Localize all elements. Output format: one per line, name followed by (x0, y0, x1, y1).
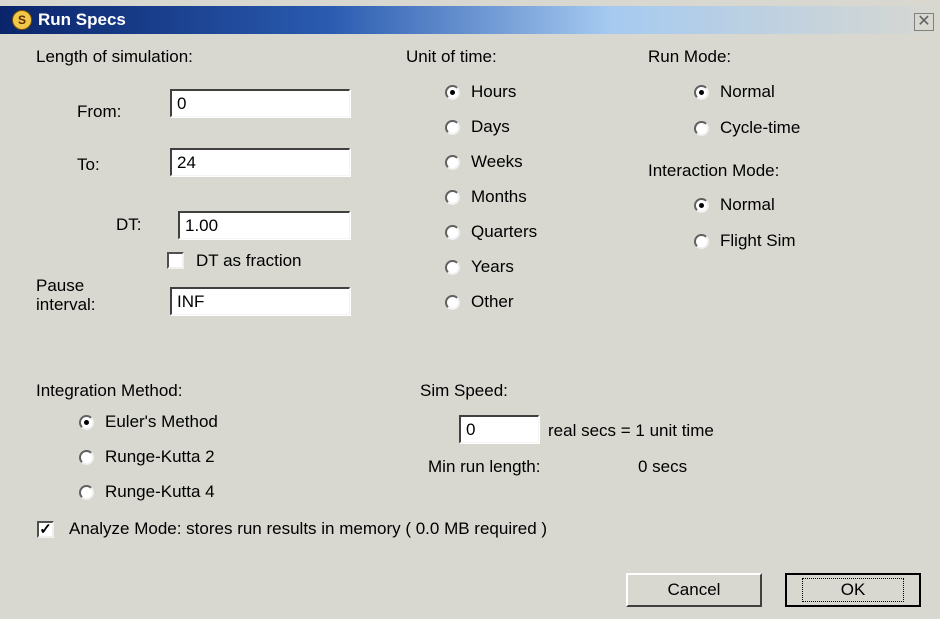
unit-option-label: Months (471, 187, 527, 206)
radio-button-icon[interactable] (79, 449, 94, 465)
radio-button-icon[interactable] (694, 233, 709, 249)
length-heading: Length of simulation: (36, 47, 193, 66)
unit-radio-months[interactable]: Months (445, 187, 527, 207)
unit-option-label: Years (471, 257, 514, 276)
min-run-length-label: Min run length: (428, 457, 541, 476)
run-mode-radio-normal[interactable]: Normal (694, 82, 775, 102)
title-bar[interactable]: S Run Specs ✕ (0, 6, 940, 34)
ok-button[interactable]: OK (785, 573, 921, 607)
unit-option-label: Weeks (471, 152, 523, 171)
run-mode-option-label: Cycle-time (720, 118, 801, 137)
radio-button-icon[interactable] (694, 84, 709, 100)
radio-button-icon[interactable] (694, 197, 709, 213)
radio-button-icon[interactable] (445, 224, 460, 240)
run-mode-heading: Run Mode: (648, 47, 732, 66)
unit-radio-years[interactable]: Years (445, 257, 514, 277)
radio-button-icon[interactable] (445, 84, 460, 100)
radio-button-icon[interactable] (79, 484, 94, 500)
unit-radio-quarters[interactable]: Quarters (445, 222, 537, 242)
close-icon[interactable]: ✕ (914, 13, 934, 31)
integration-option-label: Euler's Method (105, 412, 218, 431)
radio-button-icon[interactable] (445, 294, 460, 310)
interaction-mode-option-label: Normal (720, 195, 775, 214)
unit-radio-other[interactable]: Other (445, 292, 514, 312)
interaction-mode-option-label: Flight Sim (720, 231, 796, 250)
integration-radio-runge-kutta-4[interactable]: Runge-Kutta 4 (79, 482, 215, 502)
analyze-mode-label: Analyze Mode: stores run results in memo… (69, 519, 548, 538)
run-specs-dialog: S Run Specs ✕ Length of simulation: From… (0, 0, 940, 619)
interaction-mode-heading: Interaction Mode: (648, 161, 780, 180)
radio-button-icon[interactable] (445, 189, 460, 205)
radio-button-icon[interactable] (445, 154, 460, 170)
integration-option-label: Runge-Kutta 2 (105, 447, 215, 466)
integration-radio-euler-s-method[interactable]: Euler's Method (79, 412, 218, 432)
unit-option-label: Quarters (471, 222, 538, 241)
integration-option-label: Runge-Kutta 4 (105, 482, 215, 501)
unit-option-label: Hours (471, 82, 517, 101)
interaction-mode-radio-normal[interactable]: Normal (694, 195, 775, 215)
analyze-mode-checkbox[interactable]: ✓ (37, 521, 54, 538)
unit-radio-weeks[interactable]: Weeks (445, 152, 523, 172)
from-field[interactable]: 0 (170, 89, 350, 117)
min-run-length-value: 0 secs (638, 457, 688, 476)
run-mode-radio-cycle-time[interactable]: Cycle-time (694, 118, 800, 138)
pause-interval-field[interactable]: INF (170, 287, 350, 315)
unit-radio-days[interactable]: Days (445, 117, 510, 137)
radio-button-icon[interactable] (445, 119, 460, 135)
dt-field[interactable]: 1.00 (178, 211, 350, 239)
unit-of-time-heading: Unit of time: (406, 47, 497, 66)
radio-button-icon[interactable] (694, 120, 709, 136)
unit-radio-hours[interactable]: Hours (445, 82, 516, 102)
from-label: From: (77, 102, 122, 121)
pause-label-line2: interval: (36, 295, 96, 314)
sim-speed-heading: Sim Speed: (420, 381, 508, 400)
ok-button-label: OK (801, 578, 905, 602)
integration-radio-runge-kutta-2[interactable]: Runge-Kutta 2 (79, 447, 215, 467)
unit-option-label: Days (471, 117, 510, 136)
unit-option-label: Other (471, 292, 514, 311)
app-icon: S (12, 10, 32, 30)
dt-label: DT: (116, 215, 142, 234)
to-field[interactable]: 24 (170, 148, 350, 176)
interaction-mode-radio-flight-sim[interactable]: Flight Sim (694, 231, 796, 251)
dt-fraction-checkbox[interactable] (167, 252, 184, 269)
radio-button-icon[interactable] (79, 414, 94, 430)
to-label: To: (77, 155, 100, 174)
window-title: Run Specs (38, 10, 126, 29)
pause-label-line1: Pause (36, 276, 85, 295)
run-mode-option-label: Normal (720, 82, 775, 101)
dt-fraction-label: DT as fraction (196, 251, 302, 270)
radio-button-icon[interactable] (445, 259, 460, 275)
cancel-button[interactable]: Cancel (626, 573, 762, 607)
integration-heading: Integration Method: (36, 381, 183, 400)
sim-speed-field[interactable]: 0 (459, 415, 539, 443)
pause-label: Pause interval: (36, 276, 96, 314)
sim-speed-suffix: real secs = 1 unit time (548, 421, 714, 440)
